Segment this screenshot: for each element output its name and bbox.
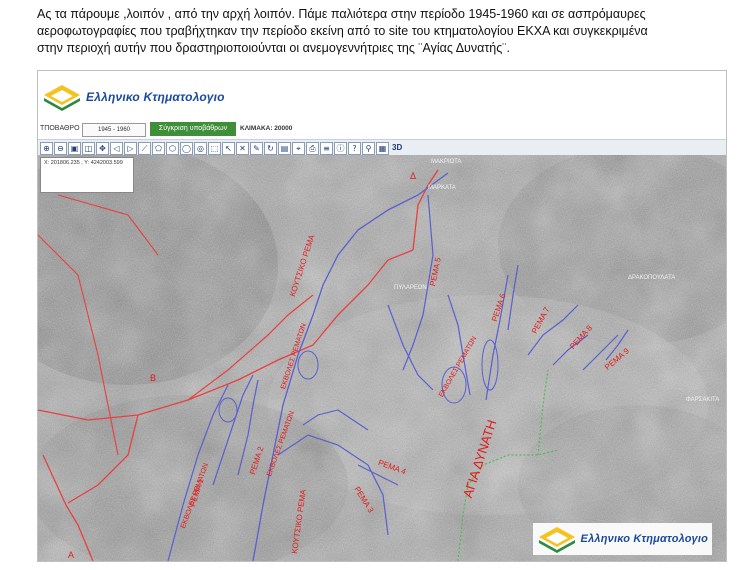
circle-tool-icon[interactable]: ◯ xyxy=(180,142,193,155)
intro-line-3: στην περιοχή αυτήν που δραστηριοποιούντα… xyxy=(37,41,510,55)
edit-icon[interactable]: ✎ xyxy=(250,142,263,155)
refresh-icon[interactable]: ↻ xyxy=(264,142,277,155)
basemap-label: ΤΠΟΒΑΘΡΟ xyxy=(40,125,80,132)
zoom-in-icon[interactable]: ⊕ xyxy=(40,142,53,155)
place-label-pylareon: ΠΥΛΑΡΕΩΝ xyxy=(394,285,427,291)
coordinate-readout-box: Χ: 201806.235 , Υ: 4242003.599 xyxy=(40,157,134,193)
intro-paragraph: Ας τα πάρουμε ,λοιπόν , από την αρχή λοι… xyxy=(37,6,727,57)
coordinate-readout-text: Χ: 201806.235 , Υ: 4242003.599 xyxy=(44,160,123,166)
map-watermark-logo-text: Ελληνικο Κτηματολογιο xyxy=(580,533,708,545)
cursor-icon[interactable]: ↖ xyxy=(222,142,235,155)
zoom-extent-icon[interactable]: ◫ xyxy=(82,142,95,155)
measure-line-icon[interactable]: ⟋ xyxy=(138,142,151,155)
delete-icon[interactable]: ✕ xyxy=(236,142,249,155)
select-icon[interactable]: ⬚ xyxy=(208,142,221,155)
zoom-out-icon[interactable]: ⊖ xyxy=(54,142,67,155)
info-icon[interactable]: ⓘ xyxy=(334,142,347,155)
place-label-markata: ΜΑΡΚΑΤΑ xyxy=(428,185,456,191)
site-header: Ελληνικο Κτηματολογιο xyxy=(38,71,726,121)
legend-icon[interactable]: ▦ xyxy=(376,142,389,155)
road-label-d: Δ xyxy=(410,171,417,181)
document-icon[interactable]: ▤ xyxy=(278,142,291,155)
cadastre-screenshot: Ελληνικο Κτηματολογιο ΤΠΟΒΑΘΡΟ 1945 - 19… xyxy=(37,70,727,562)
cadastre-logo-icon xyxy=(44,85,80,111)
road-label-a: Α xyxy=(68,550,75,560)
pan-icon[interactable]: ✥ xyxy=(96,142,109,155)
coordinates-icon[interactable]: ⌖ xyxy=(292,142,305,155)
previous-extent-icon[interactable]: ◁ xyxy=(110,142,123,155)
site-logo-text: Ελληνικο Κτηματολογιο xyxy=(86,90,225,104)
zoom-box-icon[interactable]: ▣ xyxy=(68,142,81,155)
site-logo[interactable]: Ελληνικο Κτηματολογιο xyxy=(42,83,225,111)
map-view[interactable]: Χ: 201806.235 , Υ: 4242003.599 ΜΑΚΡΙΩΤΑ … xyxy=(38,155,726,561)
road-label-b: Β xyxy=(150,373,157,383)
next-extent-icon[interactable]: ▷ xyxy=(124,142,137,155)
place-label-makriota: ΜΑΚΡΙΩΤΑ xyxy=(431,159,462,165)
intro-line-2: αεροφωτογραφίες που τραβήχτηκαν την περί… xyxy=(37,24,648,38)
basemap-controls: ΤΠΟΒΑΘΡΟ 1945 - 1960 Σύγκριση υποβάθρων … xyxy=(38,121,726,139)
three-d-button[interactable]: 3D xyxy=(392,142,406,153)
cadastre-logo-icon-small xyxy=(538,527,575,553)
basemap-period-select[interactable]: 1945 - 1960 xyxy=(82,123,146,137)
map-watermark-logo: Ελληνικο Κτηματολογιο xyxy=(532,523,712,555)
compare-basemaps-button[interactable]: Σύγκριση υποβάθρων xyxy=(150,122,236,136)
measure-area-icon[interactable]: ⬠ xyxy=(152,142,165,155)
intro-line-1: Ας τα πάρουμε ,λοιπόν , από την αρχή λοι… xyxy=(37,7,646,21)
measure-polygon-icon[interactable]: ⬡ xyxy=(166,142,179,155)
layers-icon[interactable]: ≡ xyxy=(320,142,333,155)
help-icon[interactable]: ? xyxy=(348,142,361,155)
place-label-drakopoulata: ΔΡΑΚΟΠΟΥΛΑΤΑ xyxy=(628,275,676,281)
scale-readout: ΚΛΙΜΑΚΑ: 20000 xyxy=(240,125,293,132)
search-icon[interactable]: ⚲ xyxy=(362,142,375,155)
target-icon[interactable]: ◎ xyxy=(194,142,207,155)
print-icon[interactable]: ⎙ xyxy=(306,142,319,155)
place-label-farsakita: ΦΑΡΣΑΚΙΤΑ xyxy=(686,397,720,403)
